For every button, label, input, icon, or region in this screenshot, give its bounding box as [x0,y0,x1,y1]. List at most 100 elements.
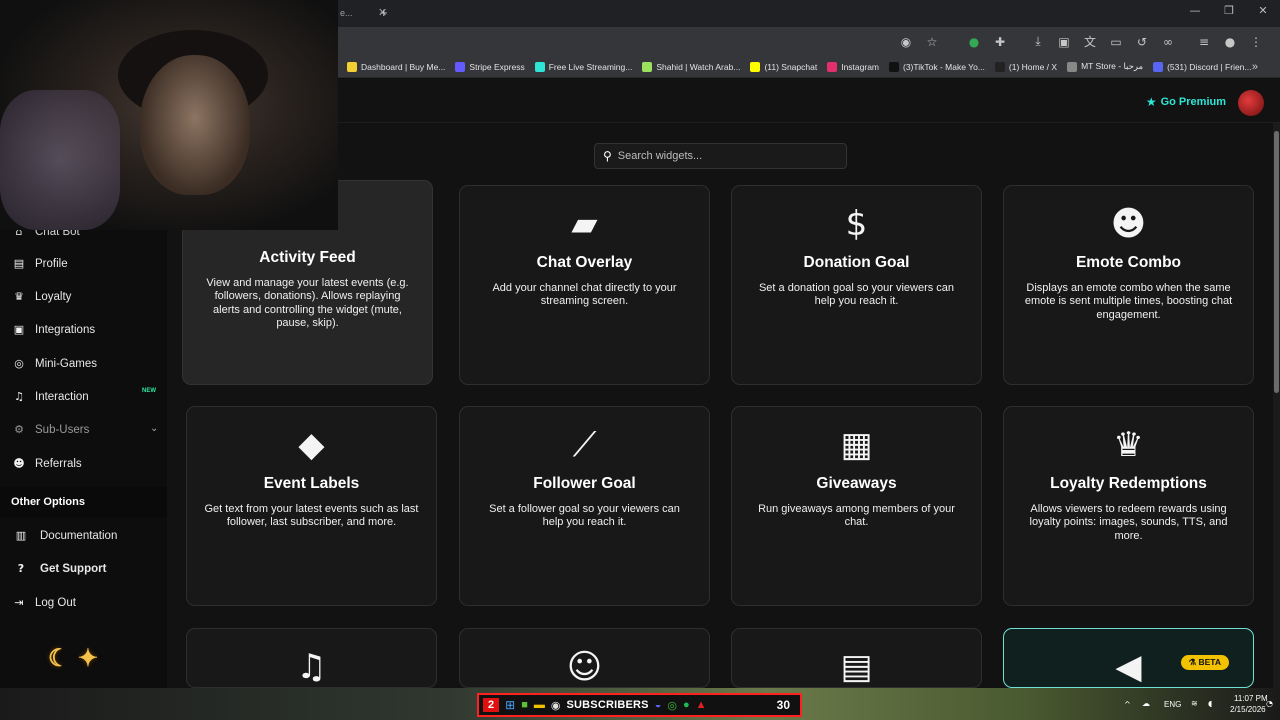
widget-title: Loyalty Redemptions [1050,475,1207,492]
bookmark-item[interactable]: (3)TikTok - Make Yo... [884,61,990,72]
minecraft-icon[interactable]: ■ [521,699,528,711]
search-icon: ⚲ [603,149,612,163]
emote-icon: ☻ [1110,204,1147,244]
star-icon[interactable]: ☆ [920,30,944,54]
scrollbar-track[interactable] [1273,123,1280,688]
notification-bell-icon[interactable]: ◔ [1266,699,1273,708]
sidebar-item-label: Integrations [35,323,96,336]
app-red-icon[interactable]: ▲ [696,699,707,711]
widget-title: Giveaways [816,475,897,492]
widget-description: Get text from your latest events such as… [204,503,419,529]
scrollbar-thumb[interactable] [1274,131,1279,393]
widget-description: Run giveaways among members of your chat… [758,503,955,529]
sidebar-item-referrals[interactable]: ☻ Referrals [12,457,81,470]
chevron-down-icon[interactable]: ⌄ [150,423,158,434]
sidebar-item-label: Sub-Users [35,423,90,436]
chrome-icon[interactable]: ◉ [551,699,561,712]
card-icon[interactable]: ▭ [1104,30,1128,54]
new-tab-button[interactable]: + [380,5,388,20]
go-premium-button[interactable]: ★ Go Premium [1146,95,1226,109]
widget-card-follower-goal[interactable]: ⟋ Follower Goal Set a follower goal so y… [459,406,710,606]
search-input[interactable] [617,150,828,162]
bookmark-label: Shahid | Watch Arab... [656,61,741,72]
spotify-icon[interactable]: ● [683,699,690,711]
eye-off-icon[interactable]: ◉ [894,30,918,54]
kebab-menu-icon[interactable]: ⋮ [1244,30,1268,54]
close-window-button[interactable]: ✕ [1246,4,1280,17]
sidebar-item-integrations[interactable]: ▣ Integrations [12,323,95,336]
sidebar-item-loyalty[interactable]: ♛ Loyalty [12,290,71,303]
widget-card-event-labels[interactable]: ◆ Event Labels Get text from your latest… [186,406,437,606]
widget-card-chat-overlay[interactable]: ▰ Chat Overlay Add your channel chat dir… [459,185,710,385]
avatar[interactable] [1238,90,1264,116]
widget-description: Add your channel chat directly to your s… [492,282,677,308]
wifi-icon[interactable]: ≋ [1191,699,1198,708]
bookmark-item[interactable]: Stripe Express [450,61,529,72]
sidebar-item-interaction[interactable]: ♫ Interaction [12,390,89,403]
widget-title: Activity Feed [259,249,356,266]
widget-card-megaphone[interactable]: ◀ ⚗ BETA [1003,628,1254,688]
sidebar-item-mini-games[interactable]: ◎ Mini-Games [12,357,97,370]
folder-icon[interactable]: ▬ [534,699,545,711]
maximize-button[interactable]: ❐ [1212,4,1246,17]
subscribers-count: 30 [776,698,790,712]
bookmark-item[interactable]: Dashboard | Buy Me... [342,61,450,72]
sidebar-item-label: Loyalty [35,290,72,303]
windows-start-icon[interactable]: ⊞ [505,698,515,712]
widget-card-giveaways[interactable]: ▦ Giveaways Run giveaways among members … [731,406,982,606]
bookmark-label: MT Store - مرحبا [1081,61,1144,71]
widget-card-loyalty-redemptions[interactable]: ♛ Loyalty Redemptions Allows viewers to … [1003,406,1254,606]
bookmarks-overflow-icon[interactable]: » [1252,61,1258,73]
bookmark-item[interactable]: MT Store - مرحبا [1062,61,1148,72]
bookmark-item[interactable]: Free Live Streaming... [530,61,638,72]
volume-icon[interactable]: ◖ [1208,699,1212,708]
widget-card-donation-goal[interactable]: $ Donation Goal Set a donation goal so y… [731,185,982,385]
discord-icon[interactable]: ◒ [655,699,662,711]
search-bar[interactable]: ⚲ [594,143,847,169]
sidebar-item-log-out[interactable]: ⇥ Log Out [12,596,76,609]
widget-description: Allows viewers to redeem rewards using l… [1029,503,1228,542]
sidebar-item-sub-users[interactable]: ⚙ Sub-Users [12,423,89,436]
widget-card-document[interactable]: ▤ [731,628,982,688]
bookmark-favicon-icon [1067,61,1078,72]
camera-icon[interactable]: ▣ [1052,30,1076,54]
sidebar-item-label: Interaction [35,390,89,403]
document-icon: ▤ [840,647,873,687]
bookmark-favicon-icon [455,61,466,72]
bookmark-item[interactable]: (531) Discord | Frien... [1148,61,1256,72]
bookmark-item[interactable]: (11) Snapchat [745,61,822,72]
new-badge: NEW [142,388,156,394]
puzzle-icon[interactable]: ✚ [988,30,1012,54]
translate-icon[interactable]: 文 [1078,30,1102,54]
subscribers-counter-overlay: 2 ⊞ ■ ▬ ◉ SUBSCRIBERS ◒ ◎ ● ▲ 30 [477,693,802,717]
clock-date[interactable]: 2/15/2026 [1230,705,1266,714]
bookmark-label: (531) Discord | Frien... [1167,61,1252,72]
sidebar-item-label: Get Support [40,562,107,575]
minimize-button[interactable]: — [1178,4,1212,17]
tray-chevron-up-icon[interactable]: ^ [1124,700,1131,709]
question-icon: ? [17,562,25,575]
clock-time[interactable]: 11:07 PM [1234,694,1268,703]
extension-green-icon[interactable]: ● [962,30,986,54]
menu-lines-icon[interactable]: ≡ [1192,30,1216,54]
link-icon[interactable]: ∞ [1156,30,1180,54]
tray-cloud-icon[interactable]: ☁ [1142,699,1150,708]
bookmark-item[interactable]: Instagram [822,61,884,72]
bookmark-item[interactable]: Shahid | Watch Arab... [637,61,745,72]
widget-card-music[interactable]: ♫ [186,628,437,688]
xbox-icon[interactable]: ◎ [667,699,677,712]
bookmark-label: (3)TikTok - Make Yo... [903,61,985,72]
sidebar-item-documentation[interactable]: ▥ Documentation [14,529,118,542]
history-icon[interactable]: ↺ [1130,30,1154,54]
download-icon[interactable]: ⤓ [1026,30,1050,54]
widget-card-emote-combo[interactable]: ☻ Emote Combo Displays an emote combo wh… [1003,185,1254,385]
sidebar-item-get-support[interactable]: ? Get Support [14,562,107,575]
bookmark-item[interactable]: (1) Home / X [990,61,1062,72]
language-indicator[interactable]: ENG [1164,700,1181,709]
tab-title-fragment[interactable]: e... [340,8,353,18]
tongue-emoji-icon: ☺ [566,647,603,687]
tags-icon: ◆ [298,425,325,465]
widget-card-tongue-emoji[interactable]: ☺ [459,628,710,688]
profile-icon[interactable]: ● [1218,30,1242,54]
sidebar-item-profile[interactable]: ▤ Profile [12,257,68,270]
